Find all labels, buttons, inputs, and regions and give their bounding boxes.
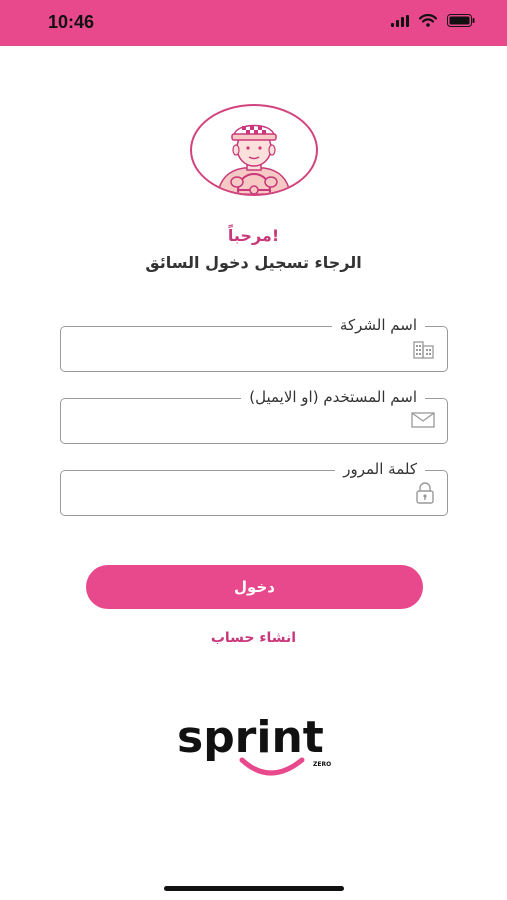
status-time: 10:46	[48, 12, 95, 32]
company-input[interactable]	[71, 335, 399, 365]
password-field[interactable]: كلمة المرور	[60, 459, 448, 516]
username-input[interactable]	[71, 407, 399, 437]
create-account-link[interactable]: انشاء حساب	[0, 630, 507, 646]
lock-icon	[416, 482, 434, 504]
username-field[interactable]: اسم المستخدم (او الايميل)	[60, 387, 448, 444]
status-icons	[391, 14, 475, 27]
sprint-logo: sprint ZERO	[177, 712, 331, 776]
username-label: اسم المستخدم (او الايميل)	[241, 387, 425, 407]
building-icon	[413, 341, 434, 359]
password-label: كلمة المرور	[335, 459, 425, 479]
welcome-title: مرحباً!	[227, 226, 280, 245]
status-bar: 10:46	[0, 0, 507, 46]
taxi-driver-icon	[217, 124, 291, 194]
envelope-icon	[411, 412, 435, 428]
password-input[interactable]	[71, 479, 399, 509]
login-button[interactable]: دخول	[86, 565, 423, 609]
logo-tag: ZERO	[313, 761, 331, 768]
login-subtitle: الرجاء تسجيل دخول السائق	[145, 253, 362, 272]
company-label: اسم الشركة	[331, 315, 425, 335]
home-indicator[interactable]	[164, 886, 344, 891]
logo-wordmark: sprint	[177, 712, 324, 763]
driver-avatar	[190, 104, 318, 196]
wifi-icon	[419, 14, 437, 27]
battery-icon	[447, 14, 475, 27]
company-field[interactable]: اسم الشركة	[60, 315, 448, 372]
signal-icon	[391, 14, 409, 27]
